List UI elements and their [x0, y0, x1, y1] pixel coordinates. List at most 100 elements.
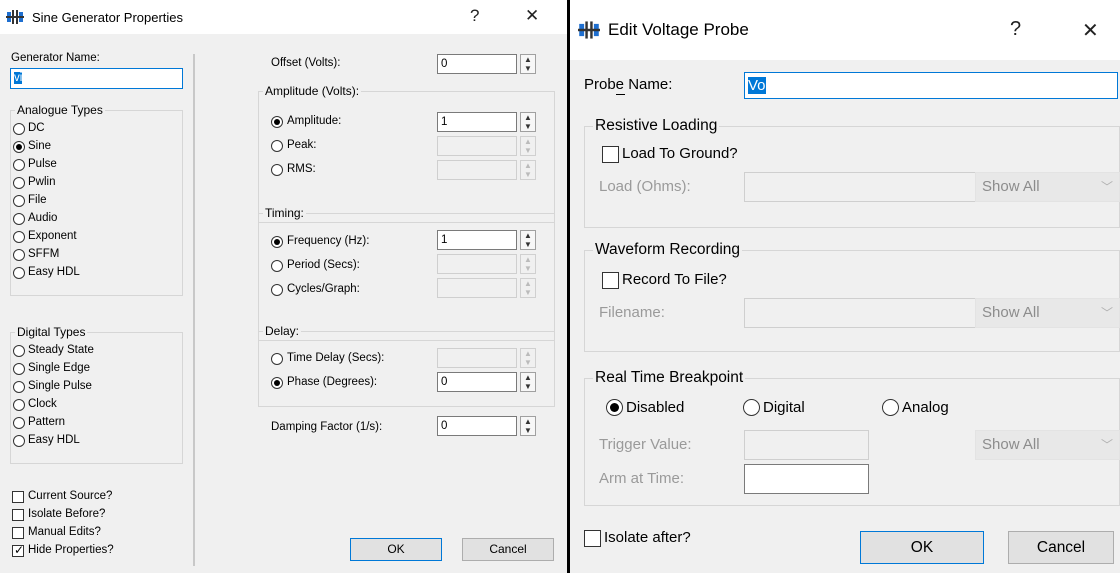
title-bar[interactable]: Edit Voltage Probe ? ✕: [570, 0, 1120, 60]
frequency-value: 1: [441, 234, 448, 246]
edit-voltage-probe-dialog: Edit Voltage Probe ? ✕ Probe Name: Vo Re…: [570, 0, 1120, 573]
radio-pulse[interactable]: [13, 159, 25, 171]
radio-disabled[interactable]: [606, 399, 623, 416]
close-icon[interactable]: ✕: [1082, 18, 1099, 43]
filename-show-all-dropdown[interactable]: Show All ﹀: [975, 298, 1120, 328]
amplitude-spinner[interactable]: ▲ ▼: [520, 112, 536, 132]
generator-name-input[interactable]: vi: [10, 68, 183, 89]
radio-frequency-label: Frequency (Hz):: [287, 235, 370, 247]
help-button[interactable]: ?: [470, 6, 479, 26]
rms-spinner[interactable]: ▲ ▼: [520, 160, 536, 180]
radio-digital[interactable]: [743, 399, 760, 416]
help-button[interactable]: ?: [1010, 18, 1021, 41]
peak-input[interactable]: [437, 136, 517, 156]
manual-edits-checkbox[interactable]: [12, 527, 24, 539]
damping-input[interactable]: 0: [437, 416, 517, 436]
radio-audio[interactable]: [13, 213, 25, 225]
radio-time-delay-label: Time Delay (Secs):: [287, 352, 385, 364]
radio-clock-label: Clock: [28, 398, 57, 410]
trigger-value-input[interactable]: [744, 430, 869, 460]
radio-easy-hdl-digital[interactable]: [13, 435, 25, 447]
radio-phase[interactable]: [271, 377, 283, 389]
radio-clock[interactable]: [13, 399, 25, 411]
ok-button[interactable]: OK: [860, 531, 984, 564]
title-bar[interactable]: Sine Generator Properties ? ✕: [0, 0, 567, 34]
radio-pattern[interactable]: [13, 417, 25, 429]
period-spinner[interactable]: ▲ ▼: [520, 254, 536, 274]
breakpoint-legend: Real Time Breakpoint: [593, 369, 746, 387]
time-delay-input[interactable]: [437, 348, 517, 368]
cancel-button[interactable]: Cancel: [1008, 531, 1114, 564]
close-icon[interactable]: ✕: [525, 6, 539, 26]
rms-input[interactable]: [437, 160, 517, 180]
filename-input[interactable]: [744, 298, 976, 328]
radio-single-pulse[interactable]: [13, 381, 25, 393]
radio-peak-label: Peak:: [287, 139, 317, 151]
radio-amplitude[interactable]: [271, 116, 283, 128]
radio-time-delay[interactable]: [271, 353, 283, 365]
load-ohms-input[interactable]: [744, 172, 976, 202]
peak-spinner[interactable]: ▲ ▼: [520, 136, 536, 156]
probe-name-value: Vo: [748, 77, 766, 94]
radio-sine[interactable]: [13, 141, 25, 153]
trigger-value-label: Trigger Value:: [599, 436, 692, 453]
isolate-after-checkbox[interactable]: [584, 530, 601, 547]
cancel-button[interactable]: Cancel: [462, 538, 554, 561]
radio-exponent-label: Exponent: [28, 230, 77, 242]
cycles-spinner[interactable]: ▲ ▼: [520, 278, 536, 298]
radio-frequency[interactable]: [271, 236, 283, 248]
radio-pwlin[interactable]: [13, 177, 25, 189]
radio-peak[interactable]: [271, 140, 283, 152]
radio-sffm[interactable]: [13, 249, 25, 261]
dialog-body: Probe Name: Vo Resistive Loading Load To…: [570, 60, 1120, 573]
offset-spinner[interactable]: ▲ ▼: [520, 54, 536, 74]
amplitude-input[interactable]: 1: [437, 112, 517, 132]
offset-value: 0: [441, 58, 448, 70]
radio-single-pulse-label: Single Pulse: [28, 380, 92, 392]
damping-label: Damping Factor (1/s):: [271, 421, 383, 433]
current-source-checkbox[interactable]: [12, 491, 24, 503]
phase-spinner[interactable]: ▲ ▼: [520, 372, 536, 392]
radio-file[interactable]: [13, 195, 25, 207]
radio-dc[interactable]: [13, 123, 25, 135]
phase-input[interactable]: 0: [437, 372, 517, 392]
radio-exponent[interactable]: [13, 231, 25, 243]
time-delay-spinner[interactable]: ▲ ▼: [520, 348, 536, 368]
radio-cycles[interactable]: [271, 284, 283, 296]
radio-easy-hdl-analogue[interactable]: [13, 267, 25, 279]
radio-rms[interactable]: [271, 164, 283, 176]
hide-properties-checkbox[interactable]: ✓: [12, 543, 24, 557]
hide-properties-label: Hide Properties?: [28, 544, 114, 556]
radio-single-edge-label: Single Edge: [28, 362, 91, 374]
load-show-all-dropdown[interactable]: Show All ﹀: [975, 172, 1120, 202]
record-to-file-checkbox[interactable]: [602, 272, 619, 289]
load-to-ground-checkbox[interactable]: [602, 146, 619, 163]
chevron-down-icon: ﹀: [1100, 438, 1113, 452]
radio-single-edge[interactable]: [13, 363, 25, 375]
isolate-before-label: Isolate Before?: [28, 508, 106, 520]
radio-period-label: Period (Secs):: [287, 259, 360, 271]
radio-file-label: File: [28, 194, 47, 206]
isolate-before-checkbox[interactable]: [12, 509, 24, 521]
probe-name-input[interactable]: Vo: [744, 72, 1118, 99]
arm-at-time-input[interactable]: [744, 464, 869, 494]
radio-steady-state[interactable]: [13, 345, 25, 357]
trigger-show-all-dropdown[interactable]: Show All ﹀: [975, 430, 1120, 460]
load-ohms-label: Load (Ohms):: [599, 178, 691, 195]
radio-analog[interactable]: [882, 399, 899, 416]
radio-cycles-label: Cycles/Graph:: [287, 283, 360, 295]
current-source-label: Current Source?: [28, 490, 113, 502]
offset-label: Offset (Volts):: [271, 57, 341, 69]
damping-spinner[interactable]: ▲ ▼: [520, 416, 536, 436]
radio-phase-label: Phase (Degrees):: [287, 376, 378, 388]
period-input[interactable]: [437, 254, 517, 274]
radio-digital-label: Digital: [763, 399, 805, 416]
amplitude-legend: Amplitude (Volts):: [263, 84, 362, 98]
cycles-input[interactable]: [437, 278, 517, 298]
ok-button[interactable]: OK: [350, 538, 442, 561]
offset-input[interactable]: 0: [437, 54, 517, 74]
radio-period[interactable]: [271, 260, 283, 272]
frequency-input[interactable]: 1: [437, 230, 517, 250]
isolate-after-label: Isolate after?: [604, 529, 691, 546]
frequency-spinner[interactable]: ▲ ▼: [520, 230, 536, 250]
